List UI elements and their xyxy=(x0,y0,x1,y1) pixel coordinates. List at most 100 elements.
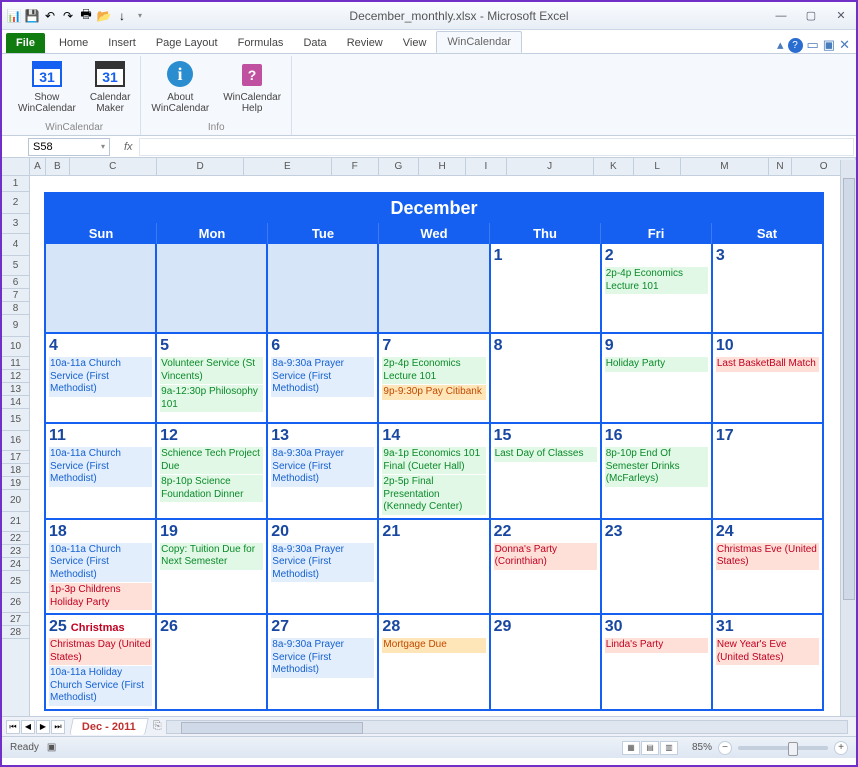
zoom-slider[interactable] xyxy=(738,746,828,750)
calendar-event[interactable]: Linda's Party xyxy=(605,638,708,653)
tab-file[interactable]: File xyxy=(6,33,45,53)
calendar-event[interactable]: 8p-10p End Of Semester Drinks (McFarleys… xyxy=(605,447,708,487)
sheet-nav-next-icon[interactable]: ▶ xyxy=(36,720,50,734)
zoom-level[interactable]: 85% xyxy=(692,742,712,753)
zoom-in-button[interactable]: + xyxy=(834,741,848,755)
column-header[interactable]: I xyxy=(466,158,506,175)
tab-insert[interactable]: Insert xyxy=(98,33,146,53)
show-wincalendar-button[interactable]: 31 Show WinCalendar xyxy=(14,56,80,120)
calendar-cell[interactable] xyxy=(157,244,268,334)
row-header[interactable]: 28 xyxy=(2,626,29,639)
help-icon[interactable]: ? xyxy=(788,38,803,53)
grid-body[interactable]: December SunMonTueWedThuFriSat 122p-4p E… xyxy=(30,176,856,716)
column-header[interactable]: L xyxy=(634,158,681,175)
minimize-button[interactable]: — xyxy=(770,8,792,24)
vertical-scrollbar[interactable] xyxy=(840,160,856,716)
calendar-event[interactable]: 2p-4p Economics Lecture 101 xyxy=(605,267,708,294)
tab-page-layout[interactable]: Page Layout xyxy=(146,33,228,53)
macro-record-icon[interactable]: ▣ xyxy=(47,742,56,753)
calendar-cell[interactable]: 1 xyxy=(491,244,602,334)
horizontal-scrollbar[interactable] xyxy=(166,720,848,734)
calendar-cell[interactable] xyxy=(379,244,490,334)
row-header[interactable]: 3 xyxy=(2,214,29,234)
calendar-event[interactable]: 9a-1p Economics 101 Final (Cueter Hall) xyxy=(382,447,485,474)
print-icon[interactable]: 🖶 xyxy=(78,8,94,24)
calendar-cell[interactable]: 10Last BasketBall Match xyxy=(713,334,822,424)
column-header[interactable]: J xyxy=(507,158,594,175)
calendar-cell[interactable]: 3 xyxy=(713,244,822,334)
calendar-cell[interactable]: 72p-4p Economics Lecture 1019p-9:30p Pay… xyxy=(379,334,490,424)
calendar-cell[interactable]: 15Last Day of Classes xyxy=(491,424,602,520)
tab-review[interactable]: Review xyxy=(337,33,393,53)
sheet-tab-active[interactable]: Dec - 2011 xyxy=(69,718,148,735)
row-header[interactable]: 22 xyxy=(2,532,29,545)
row-header[interactable]: 8 xyxy=(2,302,29,315)
redo-icon[interactable]: ↷ xyxy=(60,8,76,24)
calendar-event[interactable]: 8a-9:30a Prayer Service (First Methodist… xyxy=(271,638,374,678)
calendar-event[interactable]: Copy: Tuition Due for Next Semester xyxy=(160,543,263,570)
workbook-minimize-icon[interactable]: ▭ xyxy=(807,37,819,53)
sort-icon[interactable]: ↓ xyxy=(114,8,130,24)
sheet-nav-last-icon[interactable]: ⏭ xyxy=(51,720,65,734)
new-sheet-icon[interactable]: ⎘ xyxy=(153,720,162,733)
calendar-event[interactable]: 8a-9:30a Prayer Service (First Methodist… xyxy=(271,543,374,583)
tab-formulas[interactable]: Formulas xyxy=(228,33,294,53)
row-header[interactable]: 14 xyxy=(2,396,29,409)
calendar-cell[interactable]: 26 xyxy=(157,615,268,709)
sheet-nav-prev-icon[interactable]: ◀ xyxy=(21,720,35,734)
calendar-event[interactable]: Christmas Day (United States) xyxy=(49,638,152,665)
tab-view[interactable]: View xyxy=(393,33,437,53)
calendar-cell[interactable]: 28Mortgage Due xyxy=(379,615,490,709)
calendar-event[interactable]: 1p-3p Childrens Holiday Party xyxy=(49,583,152,610)
select-all-corner[interactable] xyxy=(2,158,30,176)
row-header[interactable]: 23 xyxy=(2,545,29,558)
workbook-restore-icon[interactable]: ▣ xyxy=(823,37,835,53)
name-box[interactable]: S58 xyxy=(28,138,110,156)
row-header[interactable]: 19 xyxy=(2,477,29,490)
sheet-nav-first-icon[interactable]: ⏮ xyxy=(6,720,20,734)
close-button[interactable]: ✕ xyxy=(830,8,852,24)
calendar-cell[interactable]: 19Copy: Tuition Due for Next Semester xyxy=(157,520,268,616)
calendar-cell[interactable]: 208a-9:30a Prayer Service (First Methodi… xyxy=(268,520,379,616)
calendar-event[interactable]: Mortgage Due xyxy=(382,638,485,653)
row-header[interactable]: 24 xyxy=(2,558,29,571)
calendar-cell[interactable]: 22p-4p Economics Lecture 101 xyxy=(602,244,713,334)
calendar-cell[interactable]: 1810a-11a Church Service (First Methodis… xyxy=(46,520,157,616)
calendar-event[interactable]: 2p-5p Final Presentation (Kennedy Center… xyxy=(382,475,485,515)
calendar-cell[interactable]: 278a-9:30a Prayer Service (First Methodi… xyxy=(268,615,379,709)
column-header[interactable]: H xyxy=(419,158,466,175)
row-header[interactable]: 7 xyxy=(2,289,29,302)
row-header[interactable]: 18 xyxy=(2,464,29,477)
about-wincalendar-button[interactable]: i About WinCalendar xyxy=(147,56,213,120)
row-header[interactable]: 6 xyxy=(2,276,29,289)
row-header[interactable]: 13 xyxy=(2,383,29,396)
row-header[interactable]: 1 xyxy=(2,176,29,192)
calendar-event[interactable]: 8a-9:30a Prayer Service (First Methodist… xyxy=(271,447,374,487)
calendar-cell[interactable]: 17 xyxy=(713,424,822,520)
row-header[interactable]: 20 xyxy=(2,490,29,512)
page-layout-view-icon[interactable]: ▤ xyxy=(641,741,659,755)
calendar-cell[interactable]: 23 xyxy=(602,520,713,616)
column-header[interactable]: A xyxy=(30,158,46,175)
row-header[interactable]: 25 xyxy=(2,571,29,593)
open-icon[interactable]: 📂 xyxy=(96,8,112,24)
row-header[interactable]: 10 xyxy=(2,337,29,357)
row-header[interactable]: 11 xyxy=(2,357,29,370)
maximize-button[interactable]: ▢ xyxy=(800,8,822,24)
column-header[interactable]: N xyxy=(769,158,793,175)
calendar-event[interactable]: Volunteer Service (St Vincents) xyxy=(160,357,263,384)
calendar-cell[interactable]: 5Volunteer Service (St Vincents)9a-12:30… xyxy=(157,334,268,424)
zoom-out-button[interactable]: − xyxy=(718,741,732,755)
column-header[interactable]: K xyxy=(594,158,634,175)
column-header[interactable]: F xyxy=(332,158,379,175)
calendar-event[interactable]: Christmas Eve (United States) xyxy=(716,543,819,570)
calendar-cell[interactable]: 12Schience Tech Project Due8p-10p Scienc… xyxy=(157,424,268,520)
fx-icon[interactable]: fx xyxy=(124,141,133,153)
tab-home[interactable]: Home xyxy=(49,33,98,53)
calendar-event[interactable]: Schience Tech Project Due xyxy=(160,447,263,474)
save-icon[interactable]: 💾 xyxy=(24,8,40,24)
calendar-event[interactable]: Donna's Party (Corinthian) xyxy=(494,543,597,570)
calendar-event[interactable]: Last Day of Classes xyxy=(494,447,597,462)
row-header[interactable]: 4 xyxy=(2,234,29,256)
calendar-cell[interactable]: 68a-9:30a Prayer Service (First Methodis… xyxy=(268,334,379,424)
